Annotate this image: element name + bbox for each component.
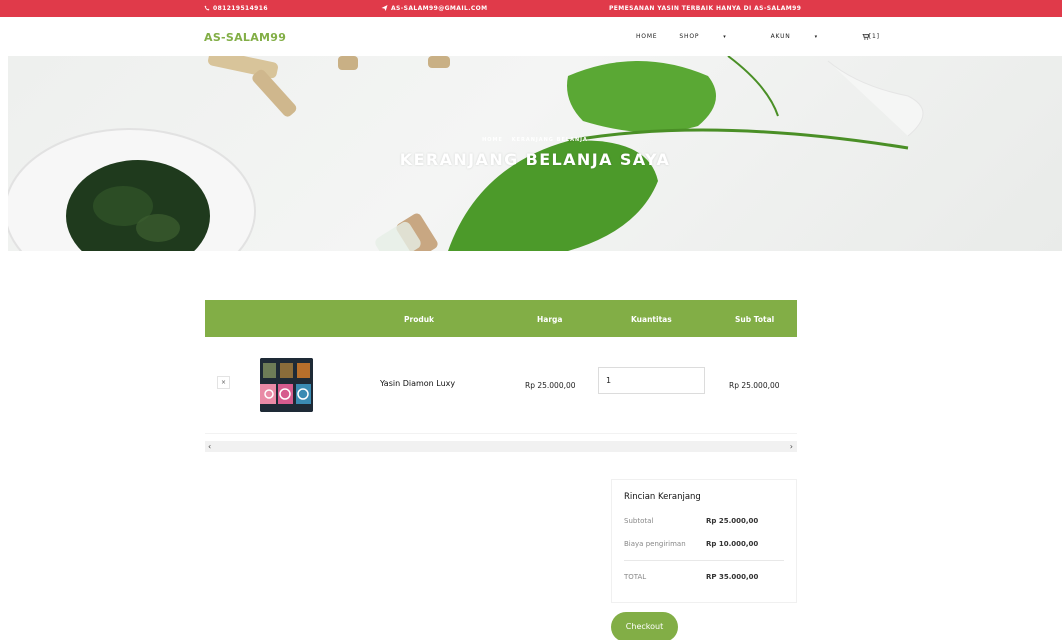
nav-shop-label: SHOP	[679, 33, 700, 40]
total-value: RP 35.000,00	[706, 573, 759, 581]
nav-akun[interactable]: AKUN ▾	[771, 33, 840, 40]
chevron-down-icon: ▾	[814, 34, 818, 40]
checkout-button[interactable]: Checkout	[611, 612, 678, 640]
brand-logo[interactable]: AS-SALAM99	[204, 31, 286, 44]
cart-totals-box: Rincian Keranjang Subtotal Rp 25.000,00 …	[611, 479, 797, 603]
quantity-input[interactable]	[598, 367, 705, 394]
phone-icon	[204, 5, 210, 11]
email-address: AS-SALAM99@GMAIL.COM	[391, 5, 488, 12]
nav-home[interactable]: HOME	[636, 33, 657, 40]
product-thumbnail-graphic	[260, 358, 313, 412]
subtotal-row: Subtotal Rp 25.000,00	[624, 517, 784, 525]
subtotal-value: Rp 25.000,00	[706, 517, 759, 525]
shipping-label: Biaya pengiriman	[624, 540, 686, 548]
promo-text: PEMESANAN YASIN TERBAIK HANYA DI AS-SALA…	[609, 5, 802, 12]
totals-divider	[624, 560, 784, 561]
cart-icon	[862, 33, 869, 40]
product-image[interactable]	[260, 358, 313, 412]
breadcrumb-home[interactable]: HOME	[482, 137, 503, 143]
nav-cart[interactable]: [1]	[862, 33, 902, 40]
total-row: TOTAL RP 35.000,00	[624, 573, 784, 581]
breadcrumb: HOME KERANJANG BELANJA	[8, 137, 1062, 143]
scroll-left-icon[interactable]: ‹	[208, 442, 211, 451]
shipping-row: Biaya pengiriman Rp 10.000,00	[624, 540, 784, 548]
chevron-down-icon: ▾	[723, 34, 727, 40]
hero-banner: HOME KERANJANG BELANJA KERANJANG BELANJA…	[8, 56, 1062, 251]
total-label: TOTAL	[624, 573, 647, 581]
page-title: KERANJANG BELANJA SAYA	[399, 150, 671, 169]
table-row: × Yasin Diamon Luxy Rp 25.000,00 Rp 25.0…	[205, 300, 797, 434]
breadcrumb-current: KERANJANG BELANJA	[511, 137, 588, 143]
top-contact-bar: 081219514916 AS-SALAM99@GMAIL.COM PEMESA…	[0, 0, 1062, 17]
product-name[interactable]: Yasin Diamon Luxy	[380, 379, 455, 388]
scroll-right-icon[interactable]: ›	[790, 442, 793, 451]
phone-info: 081219514916	[204, 5, 268, 12]
nav-akun-label: AKUN	[770, 33, 791, 40]
horizontal-scrollbar[interactable]: ‹ ›	[205, 441, 797, 452]
totals-title: Rincian Keranjang	[624, 492, 701, 502]
main-navbar: AS-SALAM99 HOME SHOP ▾ AKUN ▾ [1]	[0, 17, 1062, 56]
remove-item-button[interactable]: ×	[217, 376, 230, 389]
paper-plane-icon	[381, 5, 388, 11]
cart-table: Produk Harga Kuantitas Sub Total × Yasin…	[205, 300, 797, 434]
product-price: Rp 25.000,00	[525, 381, 576, 390]
cart-count: [1]	[868, 33, 880, 40]
row-subtotal: Rp 25.000,00	[729, 381, 780, 390]
phone-number: 081219514916	[213, 5, 268, 12]
nav-shop[interactable]: SHOP ▾	[679, 33, 748, 40]
main-menu: HOME SHOP ▾ AKUN ▾ [1]	[636, 33, 924, 40]
email-info: AS-SALAM99@GMAIL.COM	[381, 5, 488, 12]
subtotal-label: Subtotal	[624, 517, 654, 525]
shipping-value: Rp 10.000,00	[706, 540, 759, 548]
